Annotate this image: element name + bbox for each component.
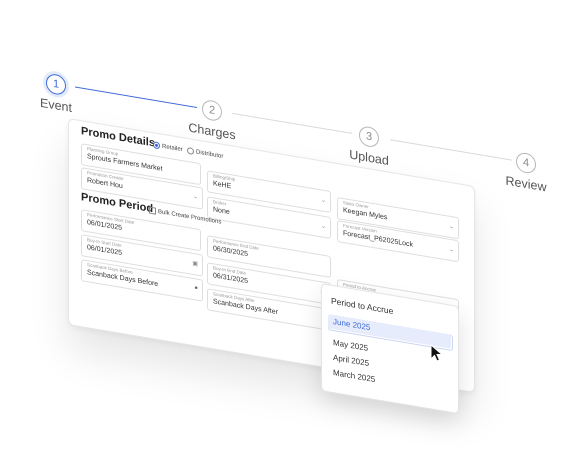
radio-retailer-label: Retailer (162, 143, 183, 153)
step-number: 1 (46, 72, 66, 97)
field-value: Keegan Myles (343, 207, 388, 222)
field-value: None (213, 206, 230, 217)
step-number: 4 (516, 151, 536, 175)
step-number: 2 (202, 98, 222, 123)
step-label: Review (505, 173, 547, 195)
radio-dot-icon (187, 146, 194, 156)
chevron-down-icon: ⌄ (320, 197, 326, 205)
radio-retailer[interactable]: Retailer (153, 141, 183, 153)
mouse-cursor-icon (430, 344, 444, 362)
step-review[interactable]: 4 Review (491, 147, 561, 197)
step-upload[interactable]: 3 Upload (334, 121, 404, 171)
chevron-down-icon: ⌄ (448, 223, 454, 231)
step-label: Event (40, 95, 72, 116)
dropdown-title: Period to Accrue (331, 295, 394, 317)
step-event[interactable]: 1 Event (21, 69, 91, 119)
chevron-down-icon: ⌄ (320, 223, 326, 231)
field-value: Forecast_P62025Lock (343, 230, 414, 249)
calendar-icon[interactable]: ▣ (192, 260, 198, 268)
field-label: Broker (213, 199, 227, 207)
chevron-down-icon: ⌄ (192, 193, 198, 201)
radio-distributor-label: Distributor (196, 148, 224, 160)
chevron-down-icon: ⌄ (448, 246, 454, 254)
info-icon[interactable]: ● (194, 285, 198, 292)
radio-distributor[interactable]: Distributor (187, 146, 224, 160)
radio-dot-icon (153, 141, 160, 150)
wizard-stage: 1 Event 2 Charges 3 Upload 4 Review Prom… (0, 0, 588, 457)
checkbox-icon (149, 206, 156, 215)
step-charges[interactable]: 2 Charges (177, 95, 247, 145)
step-number: 3 (359, 125, 379, 149)
field-value: KeHE (213, 180, 232, 191)
